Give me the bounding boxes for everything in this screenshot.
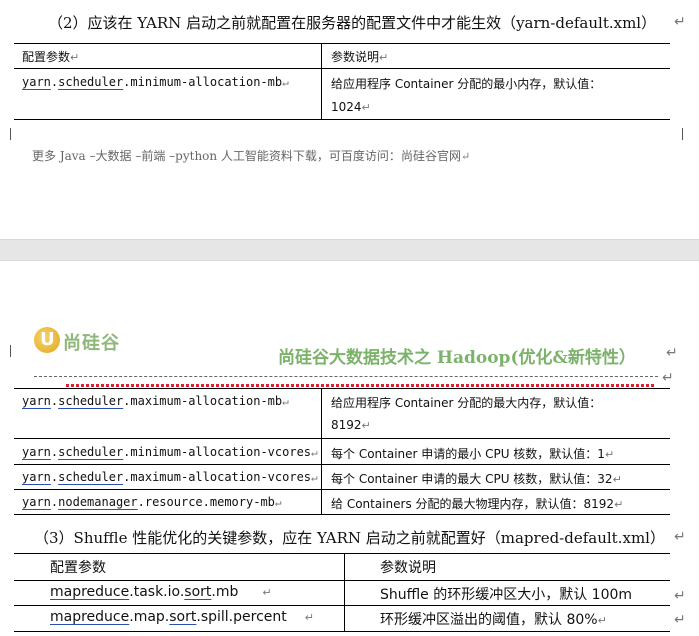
desc-minimum-allocation-mb-line1: 给应用程序 Container 分配的最小内存，默认值： (331, 77, 602, 91)
paragraph-mark: ↵ (674, 612, 686, 628)
param-task-io-sort-mb: mapreduce.task.io.sort.mb ↵ (50, 584, 272, 600)
header-desc: 参数说明 (380, 560, 436, 576)
logo-text: 尚硅谷 (63, 333, 120, 354)
desc-maximum-allocation-mb-line1: 给应用程序 Container 分配的最大内存，默认值： (331, 396, 602, 410)
desc-map-sort-spill-percent: 环形缓冲区溢出的阈值，默认 80%↵ (380, 612, 607, 628)
header-param: 配置参数 (50, 560, 106, 576)
header-desc: 参数说明↵ (331, 50, 389, 64)
section2-heading: （2）应该在 YARN 启动之前就配置在服务器的配置文件中才能生效（yarn-d… (48, 14, 657, 32)
paragraph-mark: ↵ (674, 14, 686, 30)
page-corner-mark (682, 128, 689, 140)
logo-icon-glyph: U (40, 329, 55, 350)
param-maximum-allocation-vcores: yarn.scheduler.maximum-allocation-vcores… (22, 470, 318, 484)
desc-minimum-allocation-mb-line2: 1024↵ (331, 100, 371, 114)
spellcheck-underline (66, 384, 656, 387)
page-footer: 更多 Java –大数据 –前端 –python 人工智能资料下载，可百度访问：… (32, 149, 471, 163)
paragraph-mark: ↵ (674, 529, 686, 545)
paragraph-mark: ↵ (674, 588, 686, 604)
page-corner-mark (4, 345, 11, 357)
desc-maximum-allocation-mb-line2: 8192↵ (331, 418, 371, 432)
section3-heading: （3）Shuffle 性能优化的关键参数，应在 YARN 启动之前就配置好（ma… (34, 529, 665, 547)
desc-task-io-sort-mb: Shuffle 的环形缓冲区大小，默认 100m (380, 587, 633, 603)
param-maximum-allocation-mb: yarn.scheduler.maximum-allocation-mb↵ (22, 394, 289, 408)
page-break-gap (0, 239, 699, 261)
param-map-sort-spill-percent: mapreduce.map.sort.spill.percent ↵ (50, 609, 314, 625)
param-minimum-allocation-mb: yarn.scheduler.minimum-allocation-mb↵ (22, 75, 289, 89)
header-divider (34, 376, 658, 377)
header-param: 配置参数↵ (22, 50, 80, 64)
desc-maximum-allocation-vcores: 每个 Container 申请的最大 CPU 核数，默认值：32↵ (331, 472, 622, 486)
desc-resource-memory-mb: 给 Containers 分配的最大物理内存，默认值：8192↵ (331, 497, 624, 511)
paragraph-mark: ↵ (662, 370, 674, 386)
page-corner-mark (4, 128, 11, 140)
paragraph-mark: ↵ (666, 345, 678, 361)
param-minimum-allocation-vcores: yarn.scheduler.minimum-allocation-vcores… (22, 445, 318, 459)
page-header-title: 尚硅谷大数据技术之 Hadoop(优化&新特性） (278, 348, 636, 368)
desc-minimum-allocation-vcores: 每个 Container 申请的最小 CPU 核数，默认值：1↵ (331, 447, 615, 461)
param-resource-memory-mb: yarn.nodemanager.resource.memory-mb↵ (22, 495, 282, 509)
